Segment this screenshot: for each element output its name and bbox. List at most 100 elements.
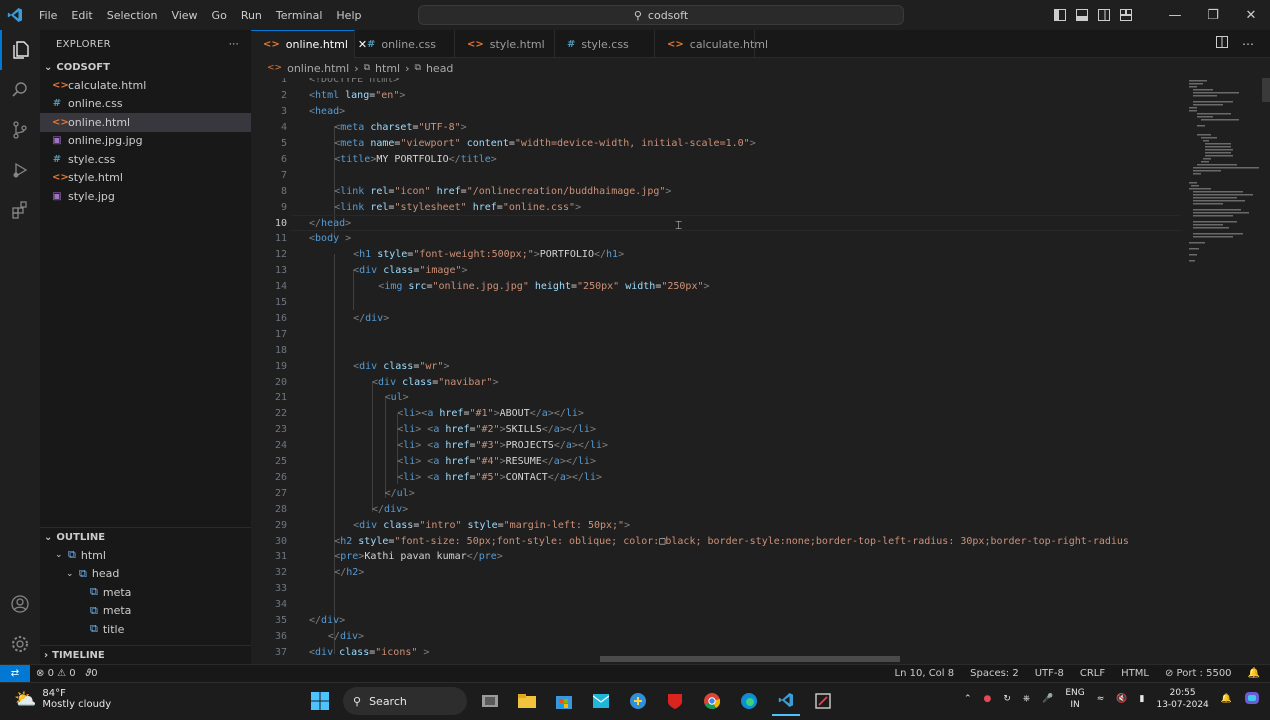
minimap[interactable]	[1181, 78, 1261, 664]
tab-calculate-html[interactable]: <> calculate.html	[655, 30, 768, 58]
code-line[interactable]: 16 </div>	[251, 311, 1181, 327]
code-line[interactable]: 19 <div class="wr">	[251, 358, 1181, 374]
menu-view[interactable]: View	[164, 9, 204, 22]
file-item[interactable]: # online.css	[40, 95, 251, 114]
sync-icon[interactable]: ↻	[1003, 694, 1011, 704]
encoding[interactable]: UTF-8	[1035, 668, 1064, 679]
file-item[interactable]: ▣ style.jpg	[40, 187, 251, 206]
language-indicator[interactable]: ENG IN	[1065, 687, 1084, 711]
code-line[interactable]: 15	[251, 295, 1181, 311]
code-line[interactable]: 30 <h2 style="font-size: 50px;font-style:…	[251, 533, 1181, 549]
menu-run[interactable]: Run	[234, 9, 269, 22]
outline-item[interactable]: ⧉ meta	[40, 583, 251, 602]
notification-bell-icon[interactable]: 🔔	[1221, 694, 1232, 704]
code-line[interactable]: 6 <title>MY PORTFOLIO</title>	[251, 152, 1181, 168]
code-line[interactable]: 1 <!DOCTYPE html>	[251, 78, 1181, 88]
microsoft-store-icon[interactable]	[550, 686, 578, 716]
ports-indicator[interactable]: 𝜗0	[86, 668, 98, 679]
horizontal-scrollbar[interactable]	[600, 656, 900, 662]
remote-icon[interactable]: ⇄	[0, 664, 30, 683]
vscode-taskbar-icon[interactable]	[772, 686, 800, 716]
code-line[interactable]: 13 <div class="image">	[251, 263, 1181, 279]
code-line[interactable]: 36 </div>	[251, 629, 1181, 645]
tab-style-html[interactable]: <> style.html	[455, 30, 555, 58]
copilot-icon[interactable]	[1244, 690, 1260, 709]
notifications-bell-icon[interactable]: 🔔	[1248, 668, 1260, 679]
code-line[interactable]: 23 <li> <a href="#2">SKILLS</a></li>	[251, 422, 1181, 438]
code-line[interactable]: 26 <li> <a href="#5">CONTACT</a></li>	[251, 470, 1181, 486]
problems-indicator[interactable]: ⊗ 0 ⚠ 0	[36, 668, 76, 679]
menu-terminal[interactable]: Terminal	[269, 9, 330, 22]
folder-codsoft[interactable]: ⌄ CODSOFT	[40, 58, 251, 76]
code-line[interactable]: 20 <div class="navibar">	[251, 374, 1181, 390]
close-icon[interactable]: ✕	[1232, 8, 1270, 23]
code-line[interactable]: 14 <img src="online.jpg.jpg" height="250p…	[251, 279, 1181, 295]
show-hidden-icons-chevron-icon[interactable]: ⌃	[964, 694, 972, 704]
run-debug-icon[interactable]	[0, 150, 40, 190]
minimize-icon[interactable]: —	[1156, 8, 1194, 23]
tab-online-html[interactable]: <> online.html ✕	[251, 30, 367, 58]
command-center-search[interactable]: ⚲ codsoft	[418, 5, 904, 25]
vertical-scrollbar[interactable]	[1262, 78, 1270, 664]
mail-app-icon[interactable]	[587, 686, 615, 716]
battery-icon[interactable]: ▮	[1140, 694, 1145, 704]
code-line[interactable]: 5 <meta name="viewport" content="width=de…	[251, 136, 1181, 152]
tab-online-css[interactable]: # online.css	[355, 30, 455, 58]
code-line[interactable]: 17	[251, 326, 1181, 342]
antivirus-shield-icon[interactable]	[661, 686, 689, 716]
search-icon[interactable]	[0, 70, 40, 110]
timeline-header[interactable]: › TIMELINE	[40, 645, 255, 665]
live-server-port[interactable]: ⊘ Port : 5500	[1165, 668, 1232, 679]
menu-selection[interactable]: Selection	[100, 9, 165, 22]
toggle-secondary-sidebar-icon[interactable]	[1098, 6, 1110, 25]
file-item[interactable]: # style.css	[40, 150, 251, 169]
file-item[interactable]: <> online.html	[40, 113, 251, 132]
code-line[interactable]: 21 <ul>	[251, 390, 1181, 406]
indentation[interactable]: Spaces: 2	[970, 668, 1019, 679]
chrome-icon[interactable]	[698, 686, 726, 716]
breadcrumb-item[interactable]: online.html	[287, 62, 349, 75]
menu-file[interactable]: File	[32, 9, 64, 22]
split-editor-icon[interactable]	[1216, 36, 1228, 51]
snipping-tool-icon[interactable]	[809, 686, 837, 716]
taskbar-search[interactable]: ⚲ Search	[343, 687, 467, 715]
breadcrumb-item[interactable]: head	[426, 62, 453, 75]
outline-header[interactable]: ⌄ OUTLINE	[40, 528, 251, 546]
code-line[interactable]: 28 </div>	[251, 501, 1181, 517]
extensions-icon[interactable]	[0, 190, 40, 230]
clock[interactable]: 20:55 13-07-2024	[1156, 687, 1208, 711]
microphone-icon[interactable]: 🎤	[1042, 694, 1053, 704]
more-actions-icon[interactable]: ⋯	[229, 39, 239, 50]
code-line[interactable]: 18	[251, 342, 1181, 358]
code-editor[interactable]: ⌶ 1 <!DOCTYPE html> 2 <html lang="en"> 3 <hea…	[251, 78, 1181, 664]
outline-item[interactable]: ⌄ ⧉ html	[40, 546, 251, 565]
toggle-panel-icon[interactable]	[1076, 6, 1088, 25]
code-line[interactable]: 33	[251, 581, 1181, 597]
code-line[interactable]: 25 <li> <a href="#4">RESUME</a></li>	[251, 454, 1181, 470]
more-actions-icon[interactable]: ⋯	[1242, 37, 1254, 51]
code-line[interactable]: 8 <link rel="icon" href="/onlinecreation/…	[251, 183, 1181, 199]
code-line[interactable]: 11 <body >	[251, 231, 1181, 247]
tray-app-icon[interactable]: ●	[984, 694, 992, 704]
source-control-icon[interactable]	[0, 110, 40, 150]
edge-icon[interactable]	[735, 686, 763, 716]
code-line[interactable]: 10 </head>	[251, 215, 1181, 231]
file-item[interactable]: <> style.html	[40, 169, 251, 188]
menu-help[interactable]: Help	[329, 9, 368, 22]
outline-item[interactable]: ⧉ title	[40, 620, 251, 639]
end-of-line[interactable]: CRLF	[1080, 668, 1105, 679]
usb-icon[interactable]: ⎈	[1023, 694, 1030, 704]
code-line[interactable]: 34	[251, 597, 1181, 613]
outline-item[interactable]: ⌄ ⧉ head	[40, 565, 251, 584]
wifi-icon[interactable]: ≈	[1097, 694, 1105, 704]
settings-gear-icon[interactable]	[0, 624, 40, 664]
tab-style-css[interactable]: # style.css	[555, 30, 655, 58]
accounts-icon[interactable]	[0, 584, 40, 624]
language-mode[interactable]: HTML	[1121, 668, 1149, 679]
customize-layout-icon[interactable]	[1120, 6, 1132, 25]
speaker-muted-icon[interactable]: 🔇	[1116, 694, 1127, 704]
menu-edit[interactable]: Edit	[64, 9, 99, 22]
windows-start-icon[interactable]	[306, 686, 334, 716]
file-item[interactable]: <> calculate.html	[40, 76, 251, 95]
weather-widget[interactable]: ⛅ 84°F Mostly cloudy	[14, 688, 111, 710]
